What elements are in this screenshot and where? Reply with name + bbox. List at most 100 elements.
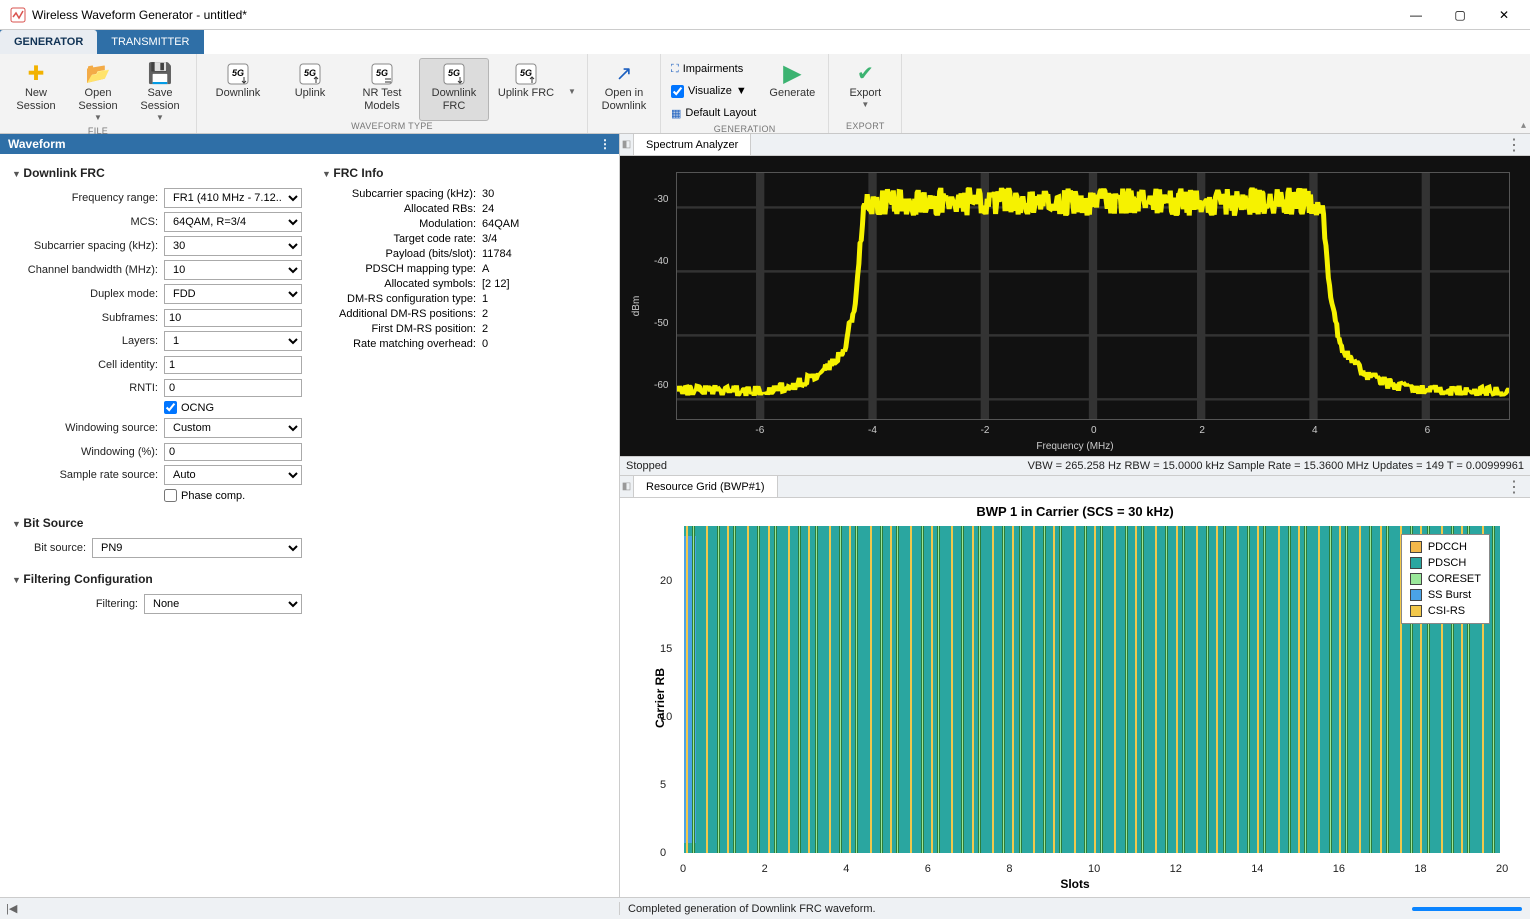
toolstrip-expand-icon[interactable]: ▴ (1521, 120, 1526, 131)
waveform-uplink-frc-button[interactable]: 5G Uplink FRC (491, 58, 561, 121)
default-layout-button[interactable]: ▦ Default Layout (667, 102, 760, 124)
bitsource-select[interactable]: PN9 (92, 538, 302, 558)
open-session-button[interactable]: 📂 Open Session▼ (68, 58, 128, 126)
label-rnti: RNTI: (12, 382, 164, 394)
section-filtering[interactable]: Filtering Configuration (12, 572, 302, 586)
window-close-button[interactable]: ✕ (1482, 1, 1526, 29)
generate-button[interactable]: ▶ Generate (762, 58, 822, 124)
grid-stripe (1304, 526, 1307, 853)
waveform-more-dropdown[interactable]: ▼ (563, 58, 581, 121)
grid-stripe (1298, 526, 1300, 853)
grid-stripe (1176, 526, 1178, 853)
waveform-panel-menu-icon[interactable]: ⋮ (599, 137, 611, 151)
grid-stripe (1223, 526, 1226, 853)
visualize-dropdown[interactable]: Visualize ▼ (667, 80, 760, 102)
section-downlink-frc[interactable]: Downlink FRC (12, 166, 302, 180)
frc-info-value: 24 (482, 203, 494, 215)
grid-stripe (1492, 526, 1495, 853)
grid-title: BWP 1 in Carrier (SCS = 30 kHz) (620, 498, 1530, 519)
window-maximize-button[interactable]: ▢ (1438, 1, 1482, 29)
impairments-checkbox[interactable]: ⛶ Impairments (667, 58, 760, 80)
rnti-input[interactable] (164, 379, 302, 397)
grid-stripe (1125, 526, 1128, 853)
export-button[interactable]: ✔ Export▼ (835, 58, 895, 121)
grid-stripe (1329, 526, 1332, 853)
srs-select[interactable]: Auto (164, 465, 302, 485)
legend-label: SS Burst (1428, 589, 1471, 601)
grid-stripe (747, 526, 749, 853)
spectrum-status-left: Stopped (626, 460, 667, 472)
grid-stripe (808, 526, 810, 853)
section-bit-source[interactable]: Bit Source (12, 516, 302, 530)
legend-swatch (1410, 605, 1422, 617)
window-title: Wireless Waveform Generator - untitled* (32, 8, 1394, 22)
toolstrip-file-section: ✚ New Session 📂 Open Session▼ 💾 Save Ses… (0, 54, 197, 133)
frc-info-value: [2 12] (482, 278, 510, 290)
grid-xtick: 10 (1088, 863, 1100, 875)
winpct-input[interactable] (164, 443, 302, 461)
grid-xlabel: Slots (620, 877, 1530, 891)
section-frc-info[interactable]: FRC Info (322, 166, 607, 180)
layers-select[interactable]: 1 (164, 331, 302, 351)
grid-stripe (910, 526, 912, 853)
grid-stripe (1345, 526, 1348, 853)
visualize-checkbox-box[interactable] (671, 85, 684, 98)
toolstrip-collapse-button[interactable]: ◧ (854, 30, 874, 45)
spectrum-xtick: 6 (1425, 425, 1431, 436)
tab-transmitter[interactable]: TRANSMITTER (97, 30, 203, 54)
window-minimize-button[interactable]: — (1394, 1, 1438, 29)
cellid-input[interactable] (164, 356, 302, 374)
legend-row: PDSCH (1410, 555, 1481, 571)
grid-stripe (1359, 526, 1361, 853)
grid-stripe (1141, 526, 1144, 853)
grid-xtick: 12 (1170, 863, 1182, 875)
waveform-downlink-button[interactable]: 5G Downlink (203, 58, 273, 121)
grid-stripe (1074, 526, 1076, 853)
tab-generator[interactable]: GENERATOR (0, 30, 97, 54)
grid-stripe (1369, 526, 1372, 853)
grid-xtick: 4 (843, 863, 849, 875)
winsrc-select[interactable]: Custom (164, 418, 302, 438)
spectrum-xtick: -4 (868, 425, 877, 436)
mcs-select[interactable]: 64QAM, R=3/4 (164, 212, 302, 232)
grid-stripe (1043, 526, 1046, 853)
frc-info-row: Allocated symbols:[2 12] (322, 278, 607, 290)
spectrum-dock-handle[interactable]: ◧ (620, 134, 634, 155)
grid-stripe (1012, 526, 1014, 853)
spectrum-menu-icon[interactable]: ⋮ (1498, 134, 1530, 155)
grid-menu-icon[interactable]: ⋮ (1498, 476, 1530, 497)
waveform-nrtest-button[interactable]: 5G NR Test Models (347, 58, 417, 121)
frc-info-row: Additional DM-RS positions:2 (322, 308, 607, 320)
freq-range-select[interactable]: FR1 (410 MHz - 7.12... (164, 188, 302, 208)
grid-stripe (768, 526, 770, 853)
grid-xtick: 6 (925, 863, 931, 875)
grid-dock-handle[interactable]: ◧ (620, 476, 634, 497)
frc-info-row: DM-RS configuration type:1 (322, 293, 607, 305)
grid-stripe (1237, 526, 1239, 853)
waveform-uplink-button[interactable]: 5G Uplink (275, 58, 345, 121)
ocng-checkbox[interactable] (164, 401, 177, 414)
left-status-icon[interactable]: |◀ (0, 902, 620, 915)
frc-info-value: 0 (482, 338, 488, 350)
subframes-input[interactable] (164, 309, 302, 327)
open-in-downlink-button[interactable]: ↗ Open in Downlink (594, 58, 654, 121)
duplex-select[interactable]: FDD (164, 284, 302, 304)
scs-select[interactable]: 30 (164, 236, 302, 256)
spectrum-tab[interactable]: Spectrum Analyzer (634, 134, 751, 155)
cbw-select[interactable]: 10 (164, 260, 302, 280)
grid-tab[interactable]: Resource Grid (BWP#1) (634, 476, 778, 497)
grid-stripe (815, 526, 818, 853)
legend-row: PDCCH (1410, 539, 1481, 555)
legend-label: PDSCH (1428, 557, 1467, 569)
grid-stripe (1278, 526, 1280, 853)
phasecomp-checkbox[interactable] (164, 489, 177, 502)
filtering-select[interactable]: None (144, 594, 302, 614)
grid-stripe (978, 526, 981, 853)
label-duplex: Duplex mode: (12, 288, 164, 300)
save-session-button[interactable]: 💾 Save Session▼ (130, 58, 190, 126)
grid-stripe (896, 526, 899, 853)
new-session-button[interactable]: ✚ New Session (6, 58, 66, 126)
grid-xtick: 16 (1333, 863, 1345, 875)
waveform-downlink-frc-button[interactable]: 5G Downlink FRC (419, 58, 489, 121)
spectrum-ylabel: dBm (631, 296, 642, 317)
